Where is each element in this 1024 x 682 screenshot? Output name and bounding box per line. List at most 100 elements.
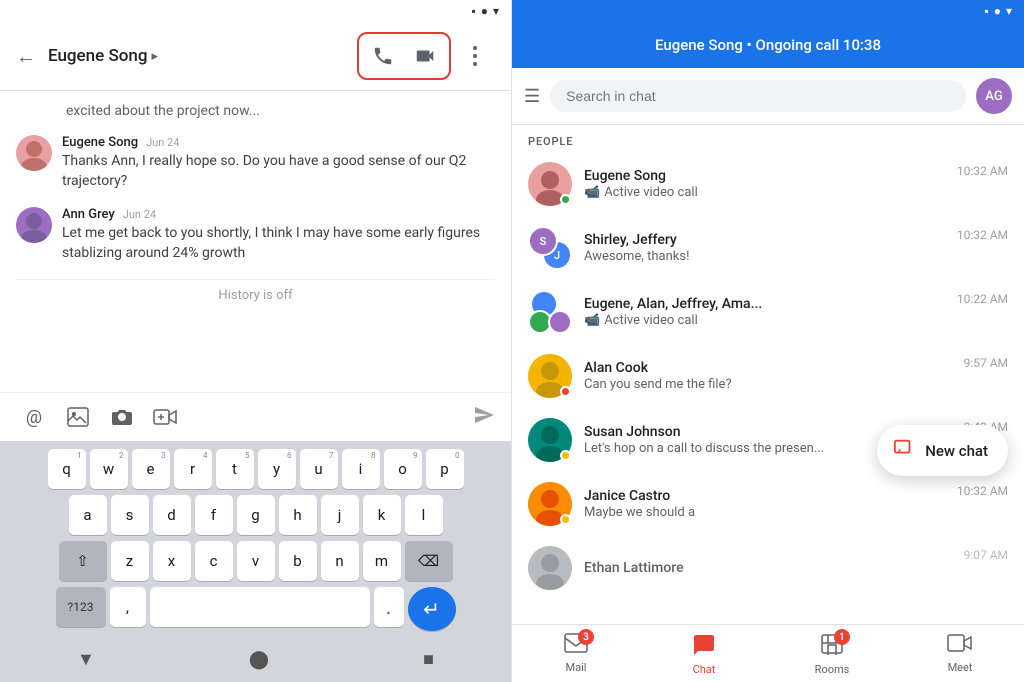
more-options-button[interactable] bbox=[455, 36, 495, 76]
video-add-button[interactable] bbox=[148, 399, 184, 435]
status-dot-red bbox=[560, 386, 571, 397]
battery-icon-right: ▪ bbox=[984, 4, 988, 18]
enter-key[interactable]: ↵ bbox=[408, 587, 456, 631]
search-input[interactable] bbox=[550, 80, 966, 112]
key-e[interactable]: 3e bbox=[132, 449, 170, 489]
key-c[interactable]: c bbox=[195, 541, 233, 581]
contact-avatar-ethan bbox=[528, 546, 572, 590]
android-recents-button[interactable]: ■ bbox=[423, 649, 434, 670]
camera-button[interactable] bbox=[104, 399, 140, 435]
key-g[interactable]: g bbox=[237, 495, 275, 535]
key-r[interactable]: 4r bbox=[174, 449, 212, 489]
contact-info: Janice Castro Maybe we should a bbox=[584, 488, 945, 520]
video-icon: 📹 bbox=[584, 313, 600, 328]
status-dot-green bbox=[560, 194, 571, 205]
key-j[interactable]: j bbox=[321, 495, 359, 535]
android-home-button[interactable]: ⬤ bbox=[249, 649, 269, 670]
contact-item[interactable]: S J Shirley, Jeffery Awesome, thanks! 10… bbox=[512, 216, 1024, 280]
user-avatar[interactable]: AG bbox=[976, 78, 1012, 114]
key-y[interactable]: 6y bbox=[258, 449, 296, 489]
contact-avatar-alan bbox=[528, 354, 572, 398]
menu-icon[interactable]: ☰ bbox=[524, 86, 540, 107]
status-dot-orange bbox=[560, 514, 571, 525]
key-z[interactable]: z bbox=[111, 541, 149, 581]
nav-meet[interactable]: Meet bbox=[896, 625, 1024, 682]
wifi-icon-right: ● bbox=[994, 4, 1001, 18]
status-dot-orange bbox=[560, 450, 571, 461]
right-panel: ▪ ● ▾ Eugene Song • Ongoing call 10:38 ☰… bbox=[512, 0, 1024, 682]
key-a[interactable]: a bbox=[69, 495, 107, 535]
key-h[interactable]: h bbox=[279, 495, 317, 535]
avatar-ann bbox=[16, 207, 52, 243]
header-actions bbox=[357, 32, 495, 80]
contact-time: 10:32 AM bbox=[957, 228, 1008, 242]
key-i[interactable]: 8i bbox=[342, 449, 380, 489]
contact-item[interactable]: Alan Cook Can you send me the file? 9:57… bbox=[512, 344, 1024, 408]
new-chat-popup[interactable]: New chat bbox=[877, 425, 1008, 476]
key-s[interactable]: s bbox=[111, 495, 149, 535]
mention-button[interactable]: @ bbox=[16, 399, 52, 435]
send-button[interactable] bbox=[473, 405, 495, 430]
key-o[interactable]: 9o bbox=[384, 449, 422, 489]
key-n[interactable]: n bbox=[321, 541, 359, 581]
contact-item[interactable]: Eugene, Alan, Jeffrey, Ama... 📹 Active v… bbox=[512, 280, 1024, 344]
key-q[interactable]: 1q bbox=[48, 449, 86, 489]
contact-info: Ethan Lattimore bbox=[584, 560, 952, 577]
video-button[interactable] bbox=[405, 36, 445, 76]
keyboard-row-3: ⇧ z x c v b n m ⌫ bbox=[4, 541, 507, 581]
key-w[interactable]: 2w bbox=[90, 449, 128, 489]
meet-icon bbox=[947, 633, 973, 659]
chat-area: excited about the project now... Eugene … bbox=[0, 91, 511, 392]
video-icon: 📹 bbox=[584, 185, 600, 200]
contact-item[interactable]: Eugene Song 📹 Active video call 10:32 AM bbox=[512, 152, 1024, 216]
key-p[interactable]: 0p bbox=[426, 449, 464, 489]
period-key[interactable]: . bbox=[374, 587, 404, 627]
sym-key[interactable]: ?123 bbox=[56, 587, 106, 627]
nav-chat[interactable]: Chat bbox=[640, 625, 768, 682]
contact-sub: 📹 Active video call bbox=[584, 185, 945, 200]
key-l[interactable]: l bbox=[405, 495, 443, 535]
back-button[interactable]: ← bbox=[16, 44, 36, 69]
key-f[interactable]: f bbox=[195, 495, 233, 535]
wifi-icon: ● bbox=[481, 4, 488, 18]
header-username: Eugene Song bbox=[48, 46, 148, 66]
key-m[interactable]: m bbox=[363, 541, 401, 581]
avatar-eugene bbox=[16, 135, 52, 171]
contact-sub: Maybe we should a bbox=[584, 505, 945, 520]
key-d[interactable]: d bbox=[153, 495, 191, 535]
status-bar-left: ▪ ● ▾ bbox=[0, 0, 511, 22]
space-key[interactable] bbox=[150, 587, 370, 627]
contact-item[interactable]: Ethan Lattimore 9:07 AM bbox=[512, 536, 1024, 600]
chat-toolbar: @ bbox=[0, 392, 511, 441]
contact-info: Eugene, Alan, Jeffrey, Ama... 📹 Active v… bbox=[584, 296, 945, 328]
left-panel: ▪ ● ▾ ← Eugene Song ▸ excite bbox=[0, 0, 512, 682]
contact-avatar-eugene bbox=[528, 162, 572, 206]
delete-key[interactable]: ⌫ bbox=[405, 541, 453, 581]
android-back-button[interactable]: ▼ bbox=[77, 649, 95, 670]
signal-icon: ▾ bbox=[493, 4, 499, 18]
left-header: ← Eugene Song ▸ bbox=[0, 22, 511, 91]
contact-name: Ethan Lattimore bbox=[584, 560, 952, 576]
contact-avatar-janice bbox=[528, 482, 572, 526]
key-u[interactable]: 7u bbox=[300, 449, 338, 489]
key-v[interactable]: v bbox=[237, 541, 275, 581]
message-content: Ann Grey Jun 24 Let me get back to you s… bbox=[62, 207, 495, 263]
bottom-nav: 3 Mail Chat 1 Rooms Meet bbox=[512, 624, 1024, 682]
chat-header-name: Eugene Song ▸ bbox=[48, 46, 357, 66]
comma-key[interactable]: , bbox=[110, 587, 146, 627]
key-x[interactable]: x bbox=[153, 541, 191, 581]
message-content: Eugene Song Jun 24 Thanks Ann, I really … bbox=[62, 135, 495, 191]
chat-icon bbox=[692, 633, 716, 661]
nav-mail[interactable]: 3 Mail bbox=[512, 625, 640, 682]
shift-key[interactable]: ⇧ bbox=[59, 541, 107, 581]
image-button[interactable] bbox=[60, 399, 96, 435]
key-k[interactable]: k bbox=[363, 495, 401, 535]
phone-button[interactable] bbox=[363, 36, 403, 76]
contact-time: 9:57 AM bbox=[964, 356, 1008, 370]
contact-info: Shirley, Jeffery Awesome, thanks! bbox=[584, 232, 945, 264]
nav-rooms[interactable]: 1 Rooms bbox=[768, 625, 896, 682]
contact-item[interactable]: Janice Castro Maybe we should a 10:32 AM… bbox=[512, 472, 1024, 536]
key-b[interactable]: b bbox=[279, 541, 317, 581]
key-t[interactable]: 5t bbox=[216, 449, 254, 489]
message-text: Thanks Ann, I really hope so. Do you hav… bbox=[62, 152, 495, 191]
